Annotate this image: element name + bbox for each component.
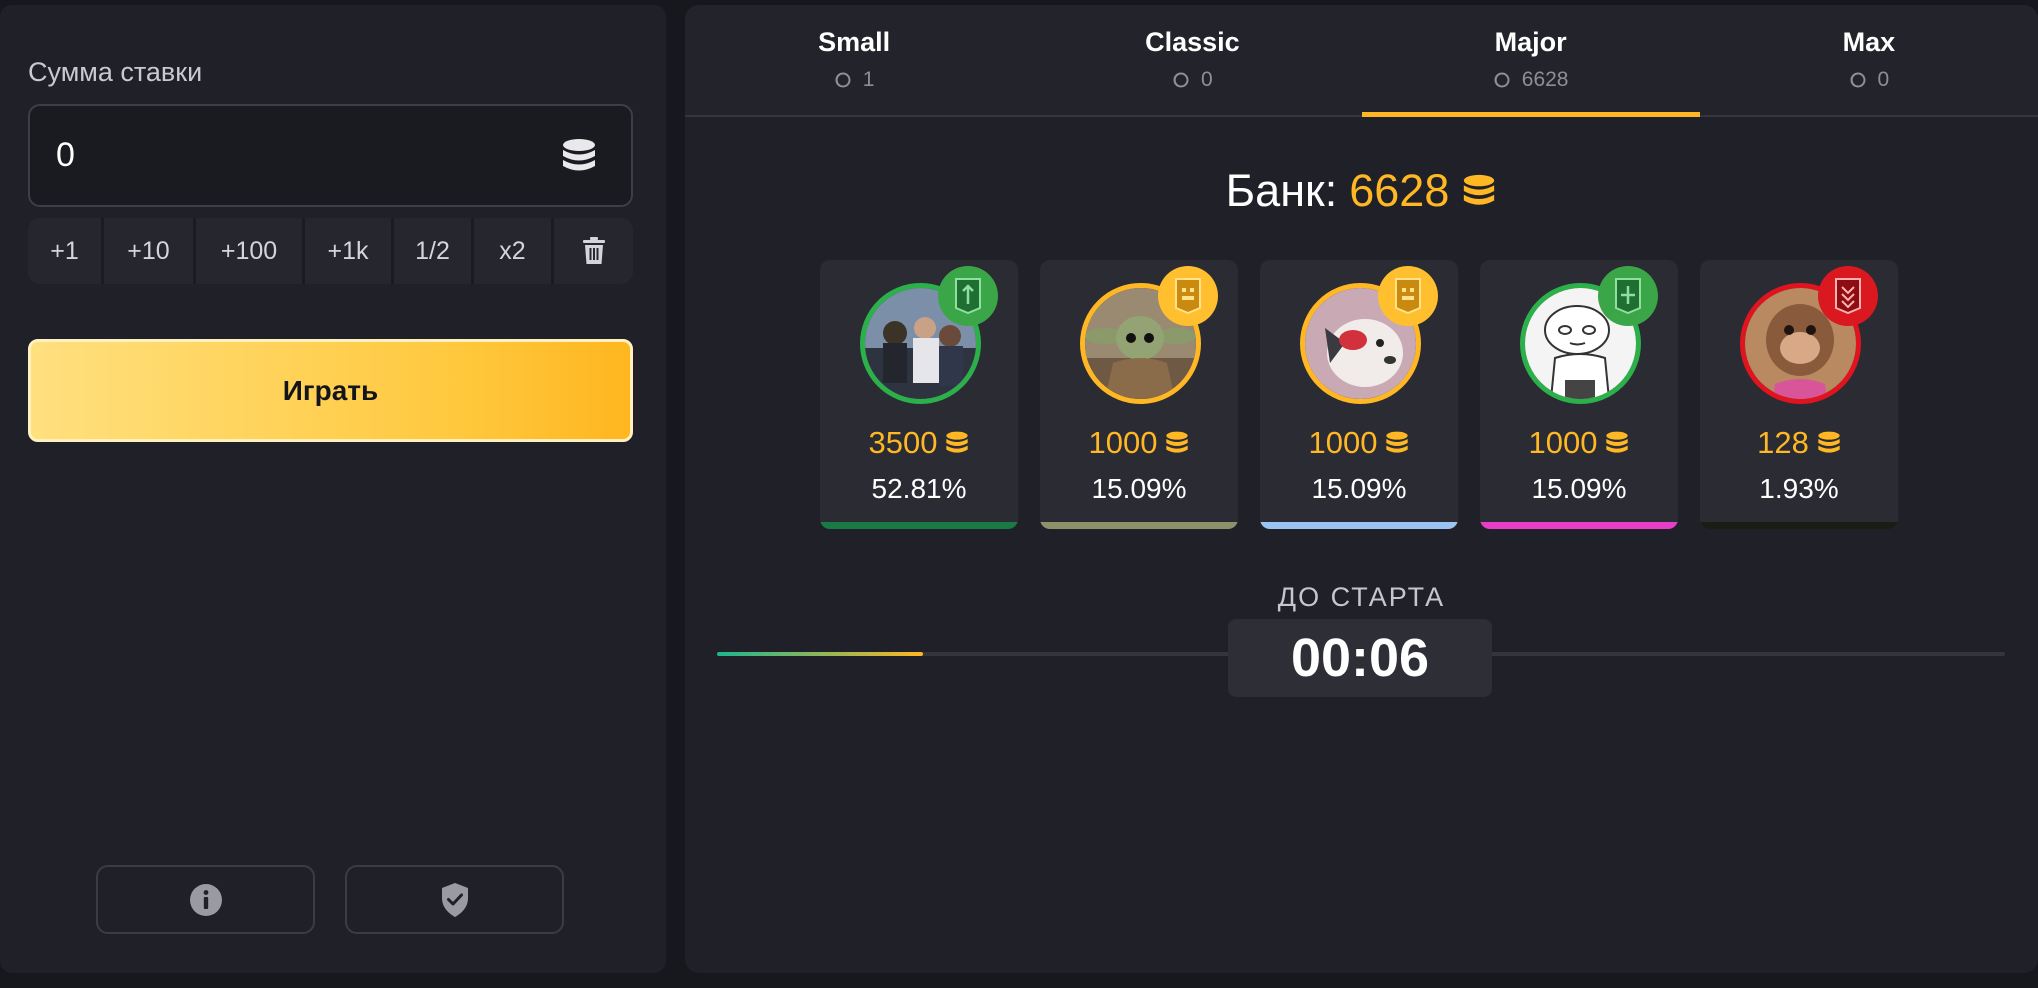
player-win-chance: 15.09% bbox=[1531, 473, 1627, 504]
coins-stack-icon bbox=[1464, 174, 1495, 205]
rank-badge bbox=[1158, 266, 1218, 326]
player-bet-amount: 3500 bbox=[820, 425, 1018, 461]
tab-player-count: 0 bbox=[1849, 68, 1890, 92]
countdown-timer: 00:06 bbox=[1228, 619, 1492, 697]
bank-total: Банк: 6628 bbox=[685, 165, 2038, 217]
coin-outline-icon bbox=[835, 72, 851, 88]
bet-amount-label: Сумма ставки bbox=[28, 57, 203, 87]
coins-stack-icon bbox=[1818, 431, 1840, 453]
player-bet-amount: 1000 bbox=[1260, 425, 1458, 461]
player-color-bar bbox=[1480, 522, 1678, 529]
player-card[interactable]: 1000 15.09% bbox=[1480, 260, 1678, 529]
countdown-progress-fill bbox=[717, 652, 924, 656]
player-color-bar bbox=[1040, 522, 1238, 529]
clear-button[interactable] bbox=[554, 218, 633, 284]
player-win-chance: 15.09% bbox=[1311, 473, 1407, 504]
tab-classic[interactable]: Classic 0 bbox=[1023, 5, 1361, 115]
coin-outline-icon bbox=[1494, 72, 1510, 88]
player-color-bar bbox=[1260, 522, 1458, 529]
tab-label: Max bbox=[1842, 27, 1896, 57]
player-amount-value: 3500 bbox=[868, 425, 938, 460]
players-list: 3500 52.81% 1000 15.09% 1000 15.09% 1000… bbox=[820, 260, 1898, 529]
info-button[interactable] bbox=[96, 865, 315, 934]
trash-icon bbox=[582, 237, 605, 264]
tab-player-count: 0 bbox=[1172, 68, 1213, 92]
double-button[interactable]: x2 bbox=[474, 218, 554, 284]
play-button[interactable]: Играть bbox=[28, 339, 633, 442]
bank-value: 6628 bbox=[1349, 165, 1450, 216]
tab-count-value: 6628 bbox=[1521, 68, 1569, 91]
tab-count-value: 1 bbox=[862, 68, 875, 91]
tab-player-count: 1 bbox=[834, 68, 875, 92]
rank-banner-icon bbox=[1835, 278, 1861, 314]
info-icon bbox=[189, 883, 222, 916]
add-1-button[interactable]: +1 bbox=[28, 218, 104, 284]
tab-max[interactable]: Max 0 bbox=[1700, 5, 2038, 115]
bet-amount-input[interactable] bbox=[56, 106, 536, 205]
rank-banner-icon bbox=[1175, 278, 1201, 314]
rank-badge bbox=[938, 266, 998, 326]
player-card[interactable]: 128 1.93% bbox=[1700, 260, 1898, 529]
tab-player-count: 6628 bbox=[1493, 68, 1569, 92]
tab-count-value: 0 bbox=[1877, 68, 1890, 91]
player-bet-amount: 128 bbox=[1700, 425, 1898, 461]
coins-stack-icon bbox=[946, 431, 969, 453]
fairness-button[interactable] bbox=[345, 865, 564, 934]
rank-banner-icon bbox=[1615, 278, 1641, 314]
half-button[interactable]: 1/2 bbox=[394, 218, 474, 284]
coin-outline-icon bbox=[1173, 72, 1189, 88]
tab-label: Classic bbox=[1145, 27, 1240, 57]
player-card[interactable]: 1000 15.09% bbox=[1040, 260, 1238, 529]
countdown-label: ДО СТАРТА bbox=[1277, 582, 1446, 612]
player-amount-value: 1000 bbox=[1308, 425, 1378, 460]
player-bet-amount: 1000 bbox=[1040, 425, 1238, 461]
player-card[interactable]: 3500 52.81% bbox=[820, 260, 1018, 529]
player-amount-value: 1000 bbox=[1528, 425, 1598, 460]
shield-check-icon bbox=[441, 882, 468, 917]
rank-badge bbox=[1598, 266, 1658, 326]
player-amount-value: 1000 bbox=[1088, 425, 1158, 460]
bet-panel: Сумма ставки +1 +10 +100 +1k 1/2 x2 Игра… bbox=[0, 5, 666, 973]
player-amount-value: 128 bbox=[1757, 425, 1809, 460]
quick-bet-buttons: +1 +10 +100 +1k 1/2 x2 bbox=[28, 218, 633, 284]
coins-stack-icon bbox=[563, 139, 595, 171]
add-10-button[interactable]: +10 bbox=[104, 218, 196, 284]
tab-small[interactable]: Small 1 bbox=[685, 5, 1023, 115]
add-100-button[interactable]: +100 bbox=[196, 218, 305, 284]
bet-amount-field[interactable] bbox=[28, 104, 633, 207]
coins-stack-icon bbox=[1386, 431, 1409, 453]
rank-banner-icon bbox=[955, 278, 981, 314]
player-win-chance: 52.81% bbox=[871, 473, 967, 504]
player-win-chance: 1.93% bbox=[1759, 473, 1839, 504]
rank-badge bbox=[1818, 266, 1878, 326]
game-panel: Small 1 Classic 0 Major 6628 Max 0 Банк:… bbox=[685, 5, 2038, 973]
rank-badge bbox=[1378, 266, 1438, 326]
active-tab-indicator bbox=[1361, 112, 1700, 117]
coins-stack-icon bbox=[1166, 431, 1189, 453]
tab-major[interactable]: Major 6628 bbox=[1361, 5, 1700, 117]
rank-banner-icon bbox=[1395, 278, 1421, 314]
player-color-bar bbox=[1700, 522, 1898, 529]
player-bet-amount: 1000 bbox=[1480, 425, 1678, 461]
bank-label: Банк: bbox=[1225, 165, 1338, 216]
coin-outline-icon bbox=[1850, 72, 1866, 88]
add-1k-button[interactable]: +1k bbox=[305, 218, 394, 284]
coins-stack-icon bbox=[1606, 431, 1629, 453]
player-win-chance: 15.09% bbox=[1091, 473, 1187, 504]
player-card[interactable]: 1000 15.09% bbox=[1260, 260, 1458, 529]
tab-count-value: 0 bbox=[1201, 68, 1213, 91]
player-color-bar bbox=[820, 522, 1018, 529]
tab-label: Small bbox=[818, 27, 891, 57]
tab-label: Major bbox=[1494, 27, 1567, 57]
room-tabs: Small 1 Classic 0 Major 6628 Max 0 bbox=[685, 5, 2038, 117]
